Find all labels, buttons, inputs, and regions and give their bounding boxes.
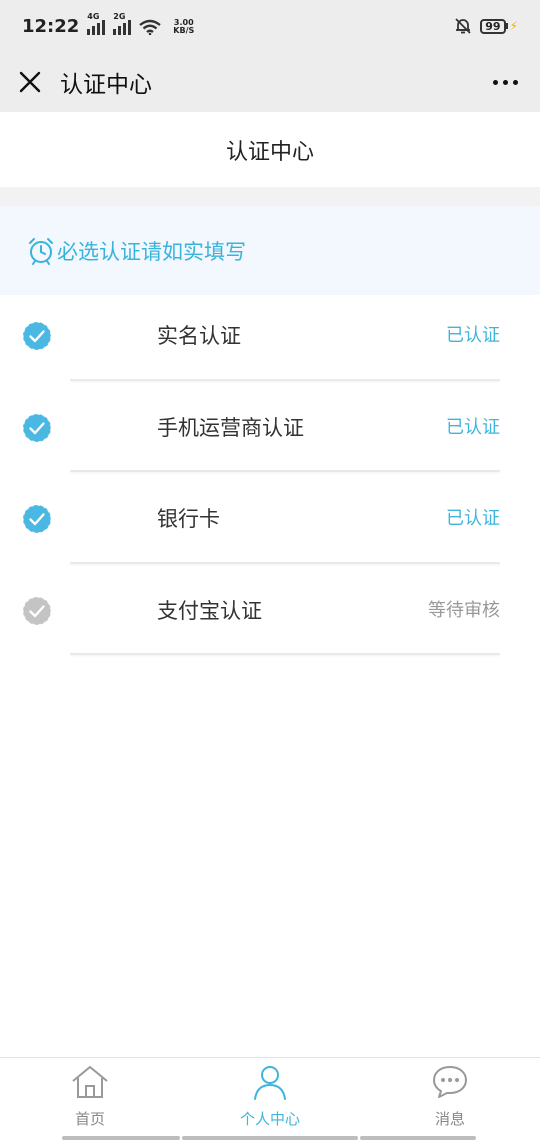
item-label: 手机运营商认证: [157, 415, 304, 440]
verification-item-carrier[interactable]: 手机运营商认证 已认证: [0, 387, 540, 479]
wifi-icon: [139, 19, 162, 35]
notice-text: 必选认证请如实填写: [57, 239, 246, 264]
item-label: 支付宝认证: [157, 598, 262, 623]
row-divider: [70, 653, 500, 655]
check-circle-icon: [22, 321, 52, 351]
battery-icon: 99 ⚡: [480, 18, 518, 34]
signal-group: 4G 2G 3.00 KB/S: [87, 12, 195, 35]
home-icon: [72, 1066, 108, 1098]
notice-banner: 必选认证请如实填写: [0, 206, 540, 295]
page-title: 认证中心: [0, 112, 540, 187]
row-divider: [70, 561, 500, 564]
item-label: 实名认证: [157, 324, 241, 348]
close-icon: [19, 71, 41, 93]
more-dot-icon: [512, 79, 518, 85]
charging-icon: ⚡: [509, 19, 518, 33]
tab-label: 消息: [434, 1110, 465, 1128]
tab-messages[interactable]: 消息: [360, 1058, 540, 1140]
tab-indicator: [182, 1136, 358, 1140]
signal-2g-icon: 2G: [113, 12, 132, 35]
tab-indicator: [62, 1136, 180, 1140]
row-divider: [70, 470, 500, 472]
close-button[interactable]: [0, 52, 60, 112]
verification-item-alipay[interactable]: 支付宝认证 等待审核: [0, 570, 540, 662]
nav-title: 认证中心: [60, 72, 152, 98]
signal-4g-icon: 4G: [87, 12, 106, 35]
tab-profile[interactable]: 个人中心: [180, 1058, 360, 1140]
status-badge: 等待审核: [428, 599, 500, 621]
check-circle-icon: [22, 595, 52, 626]
item-label: 银行卡: [157, 507, 220, 531]
tab-indicator: [360, 1136, 476, 1140]
more-dot-icon: [502, 79, 508, 85]
more-button[interactable]: [470, 52, 540, 112]
more-dot-icon: [492, 79, 498, 85]
divider: [0, 187, 540, 206]
check-circle-icon: [22, 504, 52, 534]
alarm-clock-icon: [29, 237, 53, 265]
verification-item-bankcard[interactable]: 银行卡 已认证: [0, 478, 540, 570]
chat-icon: [433, 1066, 467, 1098]
bell-muted-icon: [455, 18, 471, 34]
status-badge: 已认证: [446, 325, 500, 346]
tab-home[interactable]: 首页: [0, 1058, 180, 1140]
nav-bar: 认证中心: [0, 52, 540, 112]
status-bar: 12:22 4G 2G 3.00 KB/S 99 ⚡: [0, 0, 540, 52]
tab-bar: 首页 个人中心 消息: [0, 1057, 540, 1140]
tab-label: 首页: [74, 1110, 105, 1128]
status-badge: 已认证: [446, 416, 500, 438]
status-badge: 已认证: [446, 508, 500, 529]
net-speed: 3.00 KB/S: [173, 18, 195, 35]
row-divider: [70, 378, 500, 381]
user-icon: [254, 1066, 286, 1100]
tab-label: 个人中心: [239, 1110, 300, 1128]
clock: 12:22: [22, 15, 80, 37]
verification-list: 实名认证 已认证 手机运营商认证 已认证 银行卡 已认证 支付宝认证 等待审核: [0, 295, 540, 661]
verification-item-realname[interactable]: 实名认证 已认证: [0, 295, 540, 387]
check-circle-icon: [22, 412, 52, 443]
